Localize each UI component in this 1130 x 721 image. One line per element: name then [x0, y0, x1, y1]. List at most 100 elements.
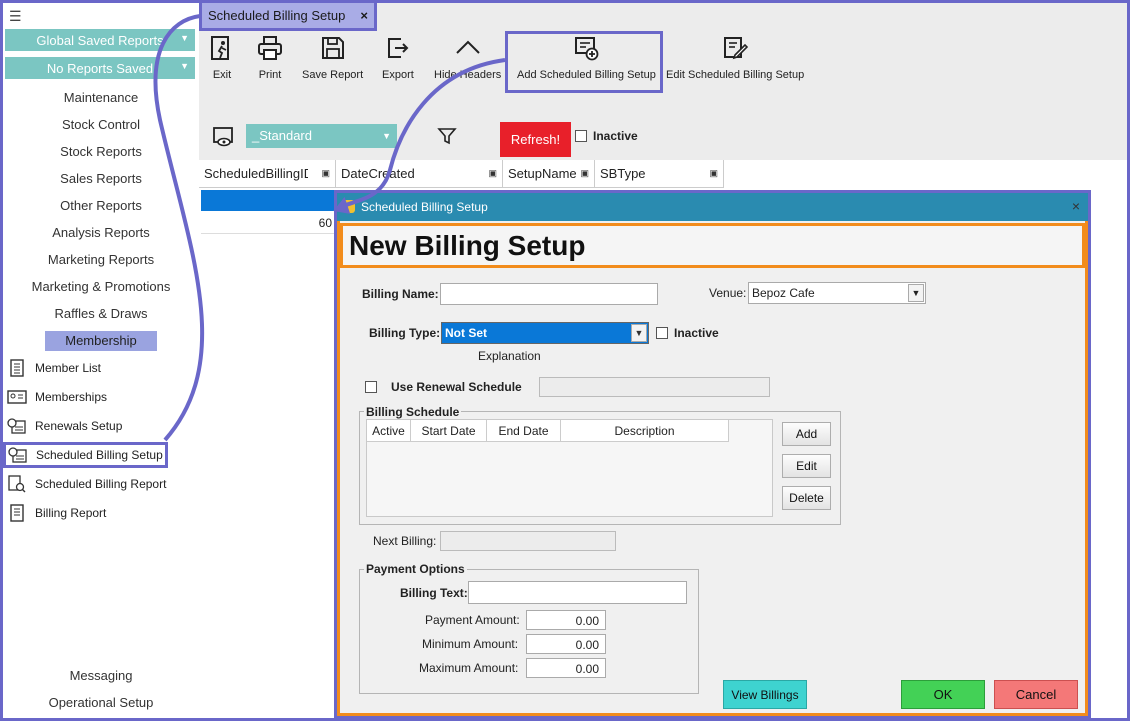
- dialog-title-bar[interactable]: Scheduled Billing Setup ×: [337, 193, 1088, 221]
- table-row[interactable]: 60: [201, 213, 336, 234]
- sidebar-link-marketing-reports[interactable]: Marketing Reports: [3, 250, 199, 270]
- view-dropdown[interactable]: _Standard ▼: [246, 124, 397, 148]
- sidebar-link-stock-reports[interactable]: Stock Reports: [3, 142, 199, 162]
- pin-icon[interactable]: ▣: [321, 168, 330, 179]
- sidebar-item-member-list[interactable]: Member List: [5, 356, 195, 380]
- add-button-highlight-box: [505, 31, 663, 93]
- edit-document-icon: [724, 37, 749, 60]
- sidebar-link-sales-reports[interactable]: Sales Reports: [3, 169, 199, 189]
- close-tab-icon[interactable]: ×: [360, 8, 368, 23]
- table-row-selected[interactable]: [201, 190, 336, 211]
- inactive-filter[interactable]: Inactive: [575, 129, 638, 143]
- column-header-datecreated[interactable]: DateCreated ▣: [336, 160, 503, 188]
- pin-icon[interactable]: ▣: [709, 168, 718, 179]
- sidebar-item-billing-report[interactable]: Billing Report: [5, 501, 195, 525]
- sidebar-link-operational-setup[interactable]: Operational Setup: [3, 693, 199, 713]
- view-billings-button[interactable]: View Billings: [723, 680, 807, 709]
- cell-value: 60: [318, 216, 332, 230]
- add-schedule-button[interactable]: Add: [782, 422, 831, 446]
- venue-value: Bepoz Cafe: [752, 286, 815, 300]
- sidebar-item-memberships[interactable]: Memberships: [5, 385, 195, 409]
- pin-icon[interactable]: ▣: [580, 168, 589, 179]
- printer-icon: [258, 36, 282, 60]
- cancel-button[interactable]: Cancel: [994, 680, 1078, 709]
- sidebar-link-raffles-draws[interactable]: Raffles & Draws: [3, 304, 199, 324]
- dialog-inactive-checkbox[interactable]: [656, 327, 668, 339]
- column-header-active[interactable]: Active: [367, 420, 411, 442]
- column-header-sbtype[interactable]: SBType ▣: [595, 160, 724, 188]
- sidebar: ☰ Global Saved Reports ▼ No Reports Save…: [3, 3, 199, 718]
- chevron-down-icon: ▼: [382, 131, 391, 141]
- sidebar-item-scheduled-billing-report[interactable]: Scheduled Billing Report: [5, 472, 195, 496]
- dialog-title: Scheduled Billing Setup: [361, 200, 488, 214]
- hamburger-menu-icon[interactable]: ☰: [9, 8, 22, 25]
- exit-label: Exit: [212, 69, 232, 81]
- grid-header: ScheduledBillingID ▣ DateCreated ▣ Setup…: [199, 160, 724, 188]
- column-header-scheduledbillingid[interactable]: ScheduledBillingID ▣: [199, 160, 336, 188]
- maximum-amount-label: Maximum Amount:: [419, 661, 519, 675]
- print-button[interactable]: Print: [257, 35, 283, 81]
- venue-select[interactable]: Bepoz Cafe ▼: [748, 282, 926, 304]
- ok-button[interactable]: OK: [901, 680, 985, 709]
- column-header-start-date[interactable]: Start Date: [411, 420, 487, 442]
- dialog-body: New Billing Setup Billing Name: Venue: B…: [337, 221, 1088, 716]
- billing-type-label: Billing Type:: [369, 326, 441, 340]
- global-saved-reports-dropdown[interactable]: Global Saved Reports ▼: [5, 29, 195, 51]
- export-label: Export: [382, 69, 414, 81]
- save-report-button[interactable]: Save Report: [302, 35, 363, 81]
- pin-icon[interactable]: ▣: [488, 168, 497, 179]
- sidebar-link-maintenance[interactable]: Maintenance: [3, 88, 199, 108]
- sidebar-link-membership[interactable]: Membership: [45, 331, 157, 351]
- sidebar-link-analysis-reports[interactable]: Analysis Reports: [3, 223, 199, 243]
- schedule-grid-header: Active Start Date End Date Description: [367, 420, 729, 442]
- billing-text-field[interactable]: [468, 581, 687, 604]
- filter-icon[interactable]: [437, 126, 457, 149]
- payment-amount-field[interactable]: 0.00: [526, 610, 606, 630]
- exit-button[interactable]: Exit: [209, 35, 235, 81]
- sidebar-item-label: Scheduled Billing Report: [35, 477, 167, 491]
- sidebar-link-stock-control[interactable]: Stock Control: [3, 115, 199, 135]
- maximum-amount-field[interactable]: 0.00: [526, 658, 606, 678]
- sidebar-link-messaging[interactable]: Messaging: [3, 666, 199, 686]
- delete-schedule-button[interactable]: Delete: [782, 486, 831, 510]
- sidebar-item-renewals-setup[interactable]: Renewals Setup: [5, 414, 195, 438]
- sidebar-item-label: Renewals Setup: [35, 419, 123, 433]
- billing-name-field[interactable]: [440, 283, 658, 305]
- calendar-clock-icon: [7, 417, 27, 435]
- renewal-schedule-field: [539, 377, 770, 397]
- column-header-description[interactable]: Description: [561, 420, 729, 442]
- inactive-checkbox[interactable]: [575, 130, 587, 142]
- next-billing-label: Next Billing:: [373, 534, 437, 548]
- sidebar-item-scheduled-billing-setup[interactable]: Scheduled Billing Setup: [3, 442, 168, 468]
- sidebar-link-other-reports[interactable]: Other Reports: [3, 196, 199, 216]
- billing-type-select[interactable]: Not Set ▼: [441, 322, 649, 344]
- floppy-disk-icon: [321, 37, 344, 59]
- sidebar-link-marketing-promotions[interactable]: Marketing & Promotions: [3, 277, 199, 297]
- billing-schedule-grid[interactable]: Active Start Date End Date Description: [366, 419, 773, 517]
- export-button[interactable]: Export: [382, 35, 414, 81]
- billing-text-label: Billing Text:: [400, 586, 468, 600]
- edit-scheduled-billing-setup-button[interactable]: Edit Scheduled Billing Setup: [666, 35, 804, 81]
- list-document-icon: [7, 359, 27, 377]
- use-renewal-schedule-toggle[interactable]: Use Renewal Schedule: [365, 380, 522, 394]
- no-reports-saved-dropdown[interactable]: No Reports Saved ▼: [5, 57, 195, 79]
- view-dropdown-value: _Standard: [252, 128, 312, 143]
- column-header-setupname[interactable]: SetupName ▣: [503, 160, 595, 188]
- column-label: ScheduledBillingID: [204, 166, 308, 181]
- dialog-inactive-toggle[interactable]: Inactive: [656, 326, 719, 340]
- minimum-amount-field[interactable]: 0.00: [526, 634, 606, 654]
- close-icon[interactable]: ×: [1072, 198, 1080, 214]
- hide-headers-button[interactable]: Hide Headers: [434, 35, 501, 81]
- explanation-text: Explanation: [478, 349, 541, 363]
- use-renewal-schedule-checkbox[interactable]: [365, 381, 377, 393]
- view-selector-icon[interactable]: [212, 125, 236, 152]
- column-header-end-date[interactable]: End Date: [487, 420, 561, 442]
- edit-scheduled-billing-setup-label: Edit Scheduled Billing Setup: [666, 69, 805, 81]
- sidebar-item-label: Member List: [35, 361, 102, 375]
- minimum-amount-label: Minimum Amount:: [422, 637, 519, 651]
- edit-schedule-button[interactable]: Edit: [782, 454, 831, 478]
- billing-schedule-title: Billing Schedule: [364, 405, 462, 419]
- refresh-button[interactable]: Refresh!: [500, 122, 571, 157]
- billing-name-label: Billing Name:: [362, 287, 439, 301]
- tab-scheduled-billing-setup[interactable]: Scheduled Billing Setup ×: [199, 3, 377, 31]
